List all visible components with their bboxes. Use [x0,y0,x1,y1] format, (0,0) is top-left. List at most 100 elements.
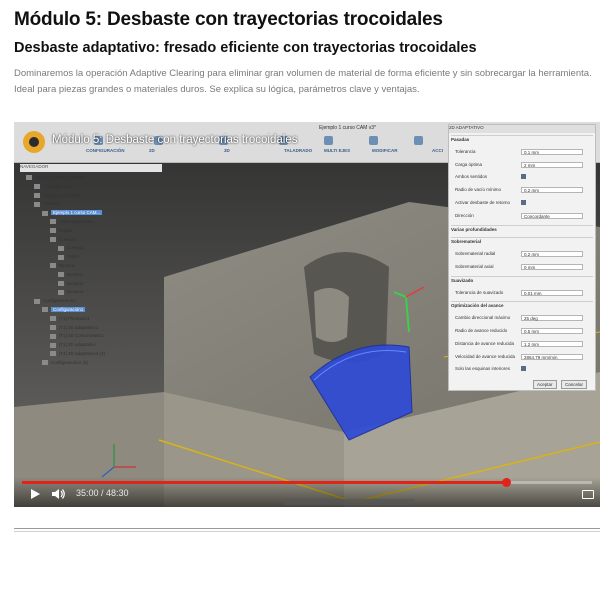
browser-node[interactable]: Cuerpos [50,236,76,244]
video-player[interactable]: Ejemplo 1 curso CAM v3* CONFIGURACIÓN 2D… [14,122,600,507]
panel-row-checkbox[interactable] [521,174,526,180]
panel-row: Dirección Concordante [455,212,589,220]
browser-node-label: Boceto4 [67,289,84,295]
accept-button[interactable]: Aceptar [533,380,557,389]
actions-tool-icon[interactable] [414,136,423,145]
toolbar-group-multiaxis[interactable]: MULTI EJES [324,148,350,153]
panel-row-checkbox[interactable] [521,200,526,205]
browser-node[interactable]: Configuración1 [42,306,86,314]
panel-row: Sobrematerial axial 0 mm [455,263,589,271]
browser-node-label: Origen [59,227,73,233]
browser-node[interactable]: Origen [50,227,73,235]
node-icon [50,263,56,269]
browser-node[interactable]: Modelos [34,200,60,208]
browser-node[interactable]: [T1] 2D Contorneado1 [50,332,104,340]
panel-section-header[interactable]: Pasadas [451,135,593,144]
panel-row-field[interactable]: 25 deg [521,315,583,322]
panel-row-field[interactable]: 2 mm [521,161,583,168]
panel-row-label: Solo las esquinas interiores [455,366,511,372]
node-icon [58,272,64,278]
panel-row-field[interactable]: 1.2 mm [521,340,583,347]
browser-node[interactable]: Vistas con nombre [34,192,80,200]
browser-node[interactable]: Bocetos [50,262,75,270]
node-icon [50,316,56,322]
browser-node-label: [T1] Planeado1 [59,315,90,321]
page-subtitle: Desbaste adaptativo: fresado eficiente c… [14,40,477,56]
panel-row-field[interactable]: 0.2 mm [521,187,583,194]
panel-row-field[interactable]: 0.1 mm [521,148,583,155]
panel-section-header[interactable]: Sobrematerial [451,237,593,246]
panel-row-field[interactable]: 0.01 mm [521,289,583,296]
panel-row-checkbox[interactable] [521,366,526,372]
panel-row-label: Velocidad de avance reducida [455,353,516,359]
toolbar-group-drilling[interactable]: TALADRADO [284,148,312,153]
browser-node[interactable]: [T1] 2D adaptativo [50,341,96,349]
panel-section-header[interactable]: Optimización del avance [451,301,593,310]
panel-row: Tolerancia de suavizado 0.01 mm [455,289,589,297]
panel-row-label: Radio de vacío mínimo [455,187,502,193]
node-icon [58,254,64,260]
modify-tool-icon[interactable] [369,136,378,145]
panel-row: Cambio direccional máximo 25 deg [455,314,589,322]
browser-node-label: Cuerpos [59,236,77,242]
fullscreen-icon[interactable] [582,490,594,499]
browser-node-label: Unidades: mm [43,183,73,189]
browser-node-label: Cuerpo1 [67,245,85,251]
page-title: Módulo 5: Desbaste con trayectorias troc… [14,9,443,30]
browser-node[interactable]: Boceto1 [58,271,84,279]
panel-row: Activar desbaste de retorno [455,199,589,207]
panel-row-field[interactable]: 2864.79 mm/min [521,353,583,360]
panel-row: Ambos sentidos [455,173,589,181]
play-icon[interactable] [31,489,40,499]
browser-node[interactable]: Vistas guardadas [50,218,94,226]
browser-node[interactable]: Ejemplo 1 curso CAM v3 [26,174,85,182]
browser-node[interactable]: Techo [58,253,79,261]
model-browser: NAVEGADOR Ejemplo 1 curso CAM v3 Unidades… [20,164,162,374]
toolbar-group-2d[interactable]: 2D [149,148,155,153]
node-icon [50,219,56,225]
node-icon [50,351,56,357]
node-icon [58,280,64,286]
panel-row-field[interactable]: Concordante [521,212,583,219]
browser-node[interactable]: Configuración2 (2) [42,359,88,367]
panel-row-label: Distancia de avance reducida [455,340,515,346]
node-icon [34,298,40,304]
panel-row-label: Ambos sentidos [455,174,488,180]
browser-node[interactable]: Cuerpo1 [58,244,84,252]
multiaxis-tool-icon[interactable] [324,136,333,145]
toolbar-group-actions[interactable]: ACCI [432,148,443,153]
browser-node[interactable]: Configuraciones [34,297,76,305]
browser-node-label: Bocetos [59,263,76,268]
toolbar-group-modify[interactable]: MODIFICAR [372,148,398,153]
browser-node[interactable]: Unidades: mm [34,183,72,191]
panel-row-field[interactable]: 0.5 mm [521,328,583,334]
panel-row-field[interactable]: 0 mm [521,264,583,270]
panel-row: Tolerancia 0.1 mm [455,148,589,156]
video-overlay-title[interactable]: Módulo 5: Desbaste con trayectorias troc… [52,134,297,146]
browser-node[interactable]: [T1] Planeado1 [50,315,90,323]
node-icon [50,324,56,330]
browser-node-label: [T1] 2D adaptativo [59,342,96,348]
browser-node[interactable]: Ejemplo 1 curso CAM... [42,209,103,217]
node-icon [34,184,40,190]
cancel-button[interactable]: Cancelar [561,380,588,389]
panel-section-header[interactable]: Suavizado [451,275,593,285]
node-icon [50,236,56,242]
browser-node[interactable]: Boceto4 [58,288,84,296]
channel-logo-icon[interactable] [23,131,45,153]
toolbar-group-3d[interactable]: 3D [224,148,230,153]
node-icon [58,245,64,251]
panel-row-field[interactable]: 0.2 mm [521,251,583,258]
browser-node[interactable]: [T4] 2D adaptativo4 (2) [50,350,105,358]
divider-line [14,528,600,529]
panel-section-header[interactable]: Varias profundidades [451,224,593,234]
browser-node[interactable]: [T1] 2D adaptativo1 [50,324,98,332]
progress-scrubber[interactable] [502,478,511,487]
toolbar-group-setup[interactable]: CONFIGURACIÓN [86,148,125,153]
volume-icon[interactable] [52,488,66,500]
browser-node[interactable]: Boceto2 [58,280,84,288]
app-bottom-bar [284,499,414,505]
browser-header: NAVEGADOR [20,164,162,172]
browser-node-label: Vistas con nombre [43,192,81,198]
panel-row: Carga óptima 2 mm [455,161,589,169]
